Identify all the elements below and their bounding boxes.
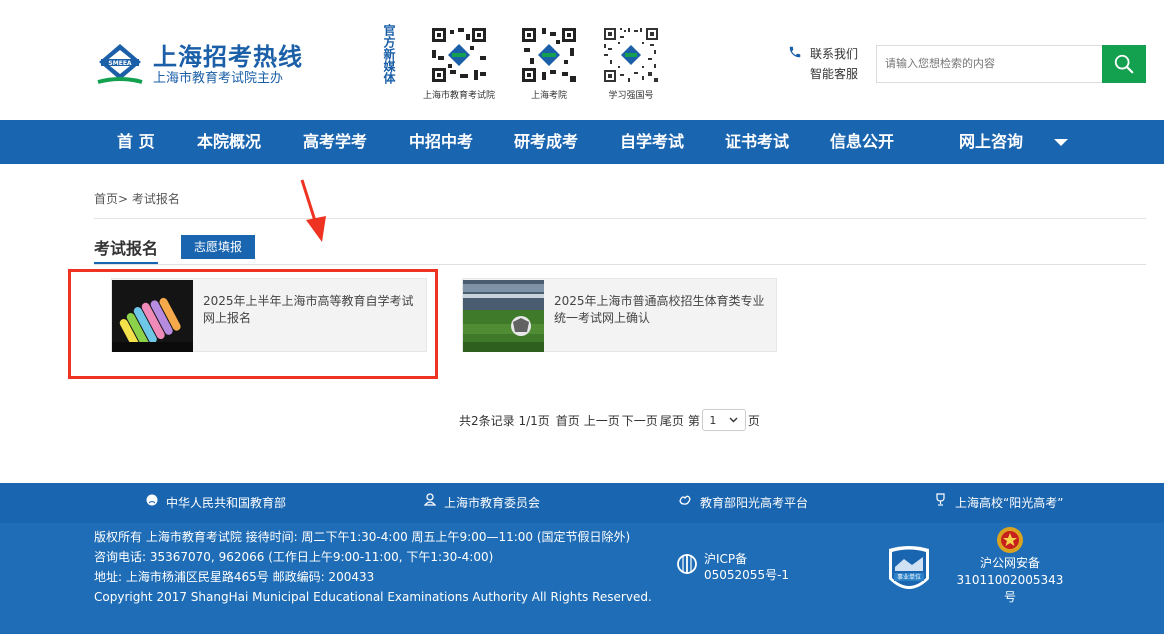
trophy-icon xyxy=(934,483,947,523)
news-card-sports-exam-confirmation[interactable]: 2025年上海市普通高校招生体育类专业 统一考试网上确认 xyxy=(462,278,777,352)
nav-item-about[interactable]: 本院概况 xyxy=(197,120,261,164)
footer-copyright-line: 版权所有 上海市教育考试院 接待时间: 周二下午1:30-4:00 周五上午9:… xyxy=(94,530,631,544)
nav-item-self-study[interactable]: 自学考试 xyxy=(620,120,684,164)
divider xyxy=(94,218,1146,219)
police-number: 31011002005343 xyxy=(956,573,1064,587)
qr-caption: 上海考院 xyxy=(530,91,567,101)
footer-phone-line: 咨询电话: 35367070, 962066 (工作日上午9:00-11:00,… xyxy=(94,550,494,564)
police-suffix: 号 xyxy=(1003,590,1016,604)
annotation-highlight-box xyxy=(68,269,438,379)
qr-code-icon xyxy=(520,26,578,84)
footer-links-bar: 中华人民共和国教育部 上海市教育委员会 教育部阳光高考平台 上海高校“阳光高考” xyxy=(0,483,1164,523)
phone-icon xyxy=(788,45,802,84)
logo-emblem-icon: SMEEA xyxy=(95,40,145,90)
qr-caption: 上海市教育考试院 xyxy=(422,91,495,101)
tab-volunteer-filling[interactable]: 志愿填报 xyxy=(181,235,255,259)
smart-service-link[interactable]: 智能客服 xyxy=(810,64,858,84)
footer-link-education-commission[interactable]: 上海市教育委员会 xyxy=(423,483,541,523)
footer-link-sunshine-gaokao[interactable]: 教育部阳光高考平台 xyxy=(678,483,808,523)
globe-icon xyxy=(146,483,158,523)
footer-link-label: 中华人民共和国教育部 xyxy=(166,496,287,510)
badge-text: 事业单位 xyxy=(897,573,921,581)
football-stadium-image xyxy=(463,280,544,352)
nav-item-gaokao[interactable]: 高考学考 xyxy=(303,120,367,164)
caret-down-icon[interactable] xyxy=(1054,139,1068,146)
site-header: SMEEA 上海招考热线 上海市教育考试院主办 官方新媒体 上海市教育考试院 上… xyxy=(0,0,1164,120)
nav-item-zhongkao[interactable]: 中招中考 xyxy=(409,120,473,164)
tab-exam-registration[interactable]: 考试报名 xyxy=(94,235,158,259)
footer-address-line: 地址: 上海市杨浦区民星路465号 邮政编码: 200433 xyxy=(94,570,375,584)
police-record[interactable]: 沪公网安备 31011002005343 号 xyxy=(950,523,1070,606)
contact-block[interactable]: 联系我们 智能客服 xyxy=(788,44,858,84)
tabs-underline xyxy=(94,264,1146,265)
footer-link-moe[interactable]: 中华人民共和国教育部 xyxy=(146,483,286,523)
breadcrumb[interactable]: 首页> 考试报名 xyxy=(94,190,180,207)
icp-number: 05052055号-1 xyxy=(704,568,790,582)
search-button[interactable] xyxy=(1102,45,1146,83)
page: SMEEA 上海招考热线 上海市教育考试院主办 官方新媒体 上海市教育考试院 上… xyxy=(0,0,1164,634)
pager-last[interactable]: 尾页 xyxy=(660,412,684,429)
pager-prev[interactable]: 上一页 xyxy=(584,412,620,429)
pager-page-suffix: 页 xyxy=(747,413,760,428)
public-institution-badge[interactable]: 事业单位 xyxy=(886,545,932,597)
pagination: 共2条记录 1/1页 首页 上一页 下一页 尾页 第 1 页 xyxy=(459,409,760,431)
qr-item-xuexi-qiangguo[interactable]: 学习强国号 xyxy=(598,26,664,101)
card-title: 统一考试网上确认 xyxy=(554,311,651,325)
site-footer: 版权所有 上海市教育考试院 接待时间: 周二下午1:30-4:00 周五上午9:… xyxy=(0,523,1164,634)
annotation-arrow-icon xyxy=(300,179,326,242)
footer-copyright-en: Copyright 2017 ShangHai Municipal Educat… xyxy=(94,590,652,604)
icp-label: 沪ICP备 xyxy=(704,552,748,566)
search-input[interactable] xyxy=(876,45,1102,83)
qr-caption: 学习强国号 xyxy=(608,91,654,101)
hand-icon xyxy=(678,483,692,523)
footer-link-label: 教育部阳光高考平台 xyxy=(700,496,809,510)
qr-item-shanghai-kaoyuan[interactable]: 上海考院 xyxy=(516,26,582,101)
page-select[interactable]: 1 xyxy=(701,409,746,431)
icp-record[interactable]: 沪ICP备 05052055号-1 xyxy=(676,551,789,583)
pager-page-prefix: 第 xyxy=(687,413,700,428)
pager-first[interactable]: 首页 xyxy=(556,412,580,429)
footer-link-label: 上海市教育委员会 xyxy=(444,496,541,510)
site-logo[interactable]: SMEEA 上海招考热线 上海市教育考试院主办 xyxy=(95,38,305,92)
nav-item-graduate-exam[interactable]: 研考成考 xyxy=(514,120,578,164)
logo-title: 上海招考热线 xyxy=(153,43,303,71)
footer-link-label: 上海高校“阳光高考” xyxy=(955,496,1064,510)
police-emblem-icon xyxy=(995,525,1025,555)
chevron-down-icon xyxy=(729,417,738,423)
nav-item-home[interactable]: 首 页 xyxy=(117,120,155,164)
footer-link-shanghai-universities[interactable]: 上海高校“阳光高考” xyxy=(934,483,1063,523)
qr-code-icon xyxy=(602,26,660,84)
page-select-value: 1 xyxy=(709,413,717,427)
person-icon xyxy=(423,483,437,523)
search-bar xyxy=(876,45,1146,85)
qr-code-icon xyxy=(430,26,488,84)
logo-subtitle: 上海市教育考试院主办 xyxy=(153,71,284,86)
contact-us-link[interactable]: 联系我们 xyxy=(810,44,858,64)
card-title: 2025年上海市普通高校招生体育类专业 xyxy=(554,294,765,308)
nav-item-info-public[interactable]: 信息公开 xyxy=(830,120,894,164)
nav-item-consult[interactable]: 网上咨询 xyxy=(959,120,1023,164)
qr-item-exam-authority[interactable]: 上海市教育考试院 xyxy=(415,26,503,101)
pager-summary: 共2条记录 1/1页 xyxy=(459,413,550,428)
new-media-label: 官方新媒体 xyxy=(382,24,396,84)
search-icon xyxy=(1114,54,1134,74)
main-nav: 首 页 本院概况 高考学考 中招中考 研考成考 自学考试 证书考试 信息公开 网… xyxy=(0,120,1164,164)
logo-mark-text: SMEEA xyxy=(108,60,131,67)
police-label: 沪公网安备 xyxy=(979,556,1040,570)
nav-item-certificate[interactable]: 证书考试 xyxy=(725,120,789,164)
icp-icon xyxy=(676,552,698,582)
pager-next[interactable]: 下一页 xyxy=(622,412,658,429)
